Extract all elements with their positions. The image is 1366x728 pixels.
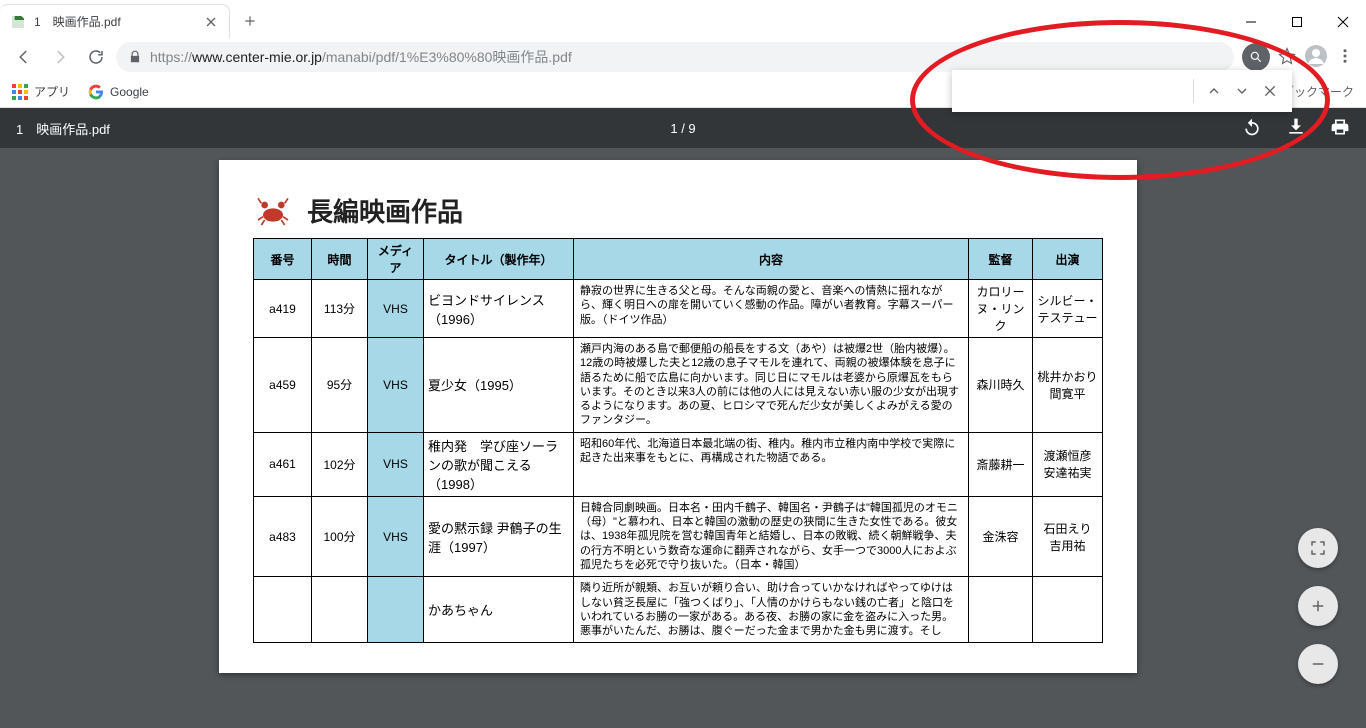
find-next-button[interactable] [1228, 77, 1256, 105]
window-titlebar: 1 映画作品.pdf [0, 0, 1366, 38]
tab-close-icon[interactable] [203, 14, 219, 30]
table-row: かあちゃん隣り近所が親類、お互いが頼り合い、助け合っていかなければやってゆけはし… [254, 577, 1103, 643]
cell-title: ビヨンドサイレンス（1996） [424, 280, 574, 338]
cell-num [254, 577, 312, 643]
th-media: メディア [368, 239, 424, 280]
cell-director: 森川時久 [969, 338, 1033, 433]
cell-time: 95分 [312, 338, 368, 433]
pdf-filename: 1 映画作品.pdf [16, 119, 110, 138]
cell-director: カロリーヌ・リンク [969, 280, 1033, 338]
profile-avatar[interactable] [1304, 44, 1328, 71]
cell-num: a483 [254, 496, 312, 576]
pdf-zoom-out-button[interactable] [1298, 644, 1338, 684]
table-row: a419113分VHSビヨンドサイレンス（1996）静寂の世界に生きる父と母。そ… [254, 280, 1103, 338]
cell-cast: 石田えり吉用祐 [1033, 496, 1103, 576]
cell-title: 夏少女（1995） [424, 338, 574, 433]
find-prev-button[interactable] [1200, 77, 1228, 105]
pdf-page: 長編映画作品 番号 時間 メディア タイトル（製作年） 内容 監督 出演 a41… [219, 160, 1137, 673]
window-controls [1228, 6, 1366, 38]
table-row: a483100分VHS愛の黙示録 尹鶴子の生涯（1997）日韓合同劇映画。日本名… [254, 496, 1103, 576]
pdf-toolbar: 1 映画作品.pdf 1 / 9 [0, 108, 1366, 148]
cell-cast: 桃井かおり間寛平 [1033, 338, 1103, 433]
cell-title: かあちゃん [424, 577, 574, 643]
cell-time: 102分 [312, 432, 368, 496]
cell-desc: 昭和60年代、北海道日本最北端の街、稚内。稚内市立稚内南中学校で実際に起きた出来… [574, 432, 969, 496]
cell-time: 100分 [312, 496, 368, 576]
cell-cast: シルビー・テステュー [1033, 280, 1103, 338]
cell-num: a419 [254, 280, 312, 338]
pdf-page-indicator[interactable]: 1 / 9 [670, 121, 695, 136]
th-director: 監督 [969, 239, 1033, 280]
bookmark-star-icon[interactable] [1278, 47, 1296, 68]
apps-icon [12, 84, 28, 100]
back-button[interactable] [8, 41, 40, 73]
pdf-download-button[interactable] [1286, 117, 1306, 140]
pdf-fit-button[interactable] [1298, 528, 1338, 568]
forward-button[interactable] [44, 41, 76, 73]
window-close[interactable] [1320, 6, 1366, 38]
bookmark-google[interactable]: Google [88, 84, 149, 100]
apps-shortcut[interactable]: アプリ [12, 83, 70, 100]
table-row: a461102分VHS稚内発 学び座ソーランの歌が聞こえる（1998）昭和60年… [254, 432, 1103, 496]
cell-media: VHS [368, 432, 424, 496]
find-close-button[interactable] [1256, 77, 1284, 105]
find-indicator-icon[interactable] [1242, 43, 1270, 71]
crab-icon [253, 190, 293, 230]
pdf-rotate-button[interactable] [1242, 117, 1262, 140]
pdf-zoom-in-button[interactable] [1298, 586, 1338, 626]
cell-media [368, 577, 424, 643]
browser-tab[interactable]: 1 映画作品.pdf [0, 4, 230, 38]
tab-title: 1 映画作品.pdf [34, 13, 195, 30]
pdf-viewport[interactable]: 長編映画作品 番号 時間 メディア タイトル（製作年） 内容 監督 出演 a41… [0, 148, 1366, 728]
cell-time: 113分 [312, 280, 368, 338]
cell-num: a461 [254, 432, 312, 496]
google-icon [88, 84, 104, 100]
table-row: a45995分VHS夏少女（1995）瀬戸内海のある島で郵便船の船長をする文（あ… [254, 338, 1103, 433]
cell-title: 愛の黙示録 尹鶴子の生涯（1997） [424, 496, 574, 576]
cell-title: 稚内発 学び座ソーランの歌が聞こえる（1998） [424, 432, 574, 496]
cell-director: 金洙容 [969, 496, 1033, 576]
find-in-page-bar [952, 70, 1292, 112]
cell-cast [1033, 577, 1103, 643]
cell-director: 斎藤耕一 [969, 432, 1033, 496]
cell-director [969, 577, 1033, 643]
find-input[interactable] [966, 70, 1187, 112]
th-cast: 出演 [1033, 239, 1103, 280]
address-bar[interactable]: https://www.center-mie.or.jp/manabi/pdf/… [116, 42, 1234, 72]
divider [1193, 79, 1194, 103]
menu-button[interactable] [1336, 47, 1354, 68]
url-text: https://www.center-mie.or.jp/manabi/pdf/… [150, 47, 572, 67]
new-tab-button[interactable] [236, 7, 264, 35]
th-desc: 内容 [574, 239, 969, 280]
th-num: 番号 [254, 239, 312, 280]
reload-button[interactable] [80, 41, 112, 73]
cell-desc: 日韓合同劇映画。日本名・田内千鶴子、韓国名・尹鶴子は"韓国孤児のオモニ（母）"と… [574, 496, 969, 576]
pdf-favicon [10, 14, 26, 30]
cell-media: VHS [368, 280, 424, 338]
cell-desc: 隣り近所が親類、お互いが頼り合い、助け合っていかなければやってゆけはしない貧乏長… [574, 577, 969, 643]
lock-icon [128, 50, 142, 64]
document-heading: 長編映画作品 [307, 192, 463, 229]
apps-label: アプリ [34, 83, 70, 100]
cell-num: a459 [254, 338, 312, 433]
bookmark-label: Google [110, 85, 149, 99]
window-minimize[interactable] [1228, 6, 1274, 38]
movies-table: 番号 時間 メディア タイトル（製作年） 内容 監督 出演 a419113分VH… [253, 238, 1103, 643]
th-time: 時間 [312, 239, 368, 280]
cell-cast: 渡瀬恒彦安達祐実 [1033, 432, 1103, 496]
th-title: タイトル（製作年） [424, 239, 574, 280]
cell-media: VHS [368, 338, 424, 433]
cell-desc: 瀬戸内海のある島で郵便船の船長をする文（あや）は被爆2世（胎内被爆）。12歳の時… [574, 338, 969, 433]
cell-media: VHS [368, 496, 424, 576]
window-maximize[interactable] [1274, 6, 1320, 38]
cell-desc: 静寂の世界に生きる父と母。そんな両親の愛と、音楽への情熱に揺れながら、輝く明日へ… [574, 280, 969, 338]
cell-time [312, 577, 368, 643]
table-header-row: 番号 時間 メディア タイトル（製作年） 内容 監督 出演 [254, 239, 1103, 280]
pdf-print-button[interactable] [1330, 117, 1350, 140]
